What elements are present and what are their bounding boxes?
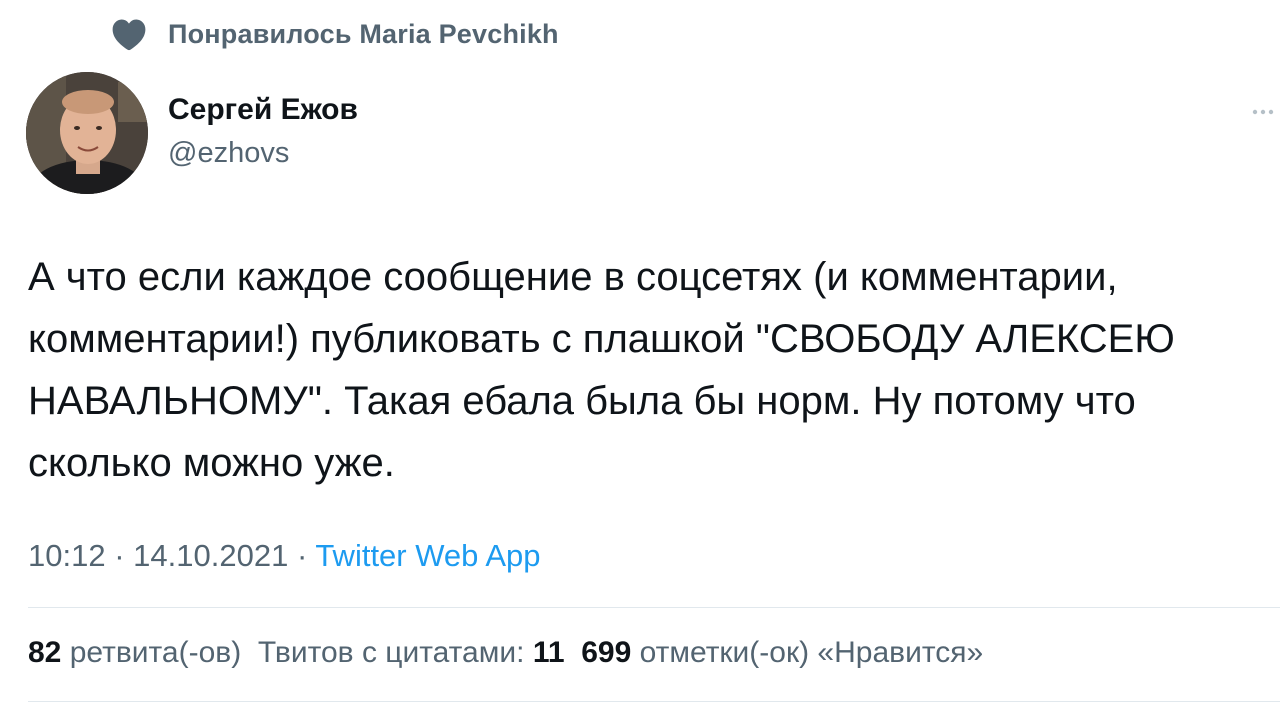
likes-label[interactable]: отметки(-ок) «Нравится» — [640, 636, 984, 669]
retweets-label[interactable]: ретвита(-ов) — [70, 636, 242, 669]
heart-icon — [110, 17, 148, 51]
tweet-stats: 82 ретвита(-ов) Твитов с цитатами: 11 69… — [28, 636, 983, 670]
author-name[interactable]: Сергей Ежов — [168, 93, 358, 127]
likes-count[interactable]: 699 — [581, 636, 631, 669]
tweet-metadata: 10:12 · 14.10.2021 · Twitter Web App — [28, 538, 540, 574]
quotes-count[interactable]: 11 — [533, 636, 565, 669]
meta-separator: · — [296, 538, 308, 573]
tweet-text: А что если каждое сообщение в соцсетях (… — [28, 255, 1175, 485]
divider — [28, 607, 1280, 608]
meta-separator: · — [114, 538, 125, 573]
more-options-icon[interactable] — [1244, 100, 1280, 124]
tweet-source-link[interactable]: Twitter Web App — [315, 538, 540, 573]
retweets-count[interactable]: 82 — [28, 636, 61, 669]
avatar[interactable] — [26, 72, 148, 194]
liked-by-text: Понравилось Maria Pevchikh — [168, 18, 559, 49]
author-handle[interactable]: @ezhovs — [168, 137, 289, 170]
social-context[interactable]: Понравилось Maria Pevchikh — [110, 14, 559, 54]
quotes-label[interactable]: Твитов с цитатами: — [258, 636, 525, 669]
divider — [28, 701, 1280, 702]
tweet-time[interactable]: 10:12 — [28, 538, 106, 573]
tweet-date[interactable]: 14.10.2021 — [133, 538, 288, 573]
